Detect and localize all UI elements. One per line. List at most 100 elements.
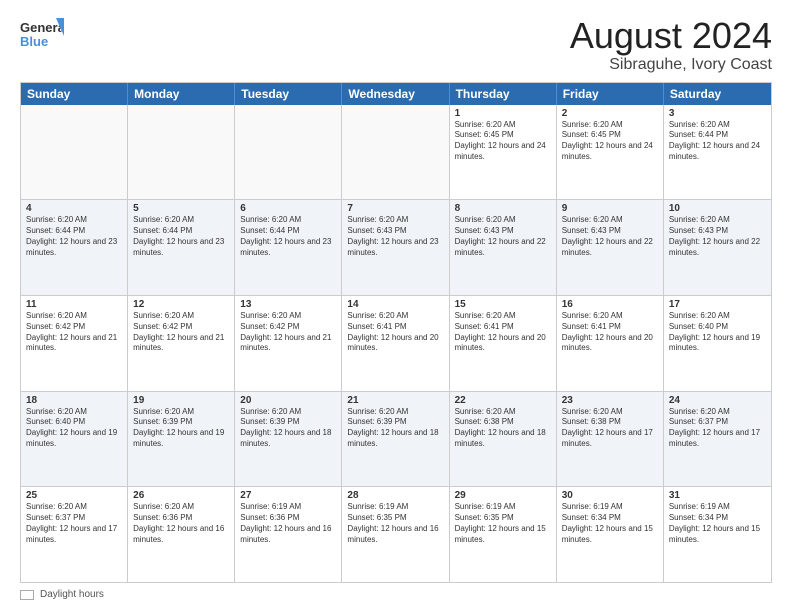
day-number: 23 xyxy=(562,395,658,406)
day-info: Sunrise: 6:20 AM Sunset: 6:41 PM Dayligh… xyxy=(347,311,443,354)
day-cell: 21Sunrise: 6:20 AM Sunset: 6:39 PM Dayli… xyxy=(342,392,449,487)
day-info: Sunrise: 6:20 AM Sunset: 6:41 PM Dayligh… xyxy=(455,311,551,354)
day-info: Sunrise: 6:20 AM Sunset: 6:44 PM Dayligh… xyxy=(669,120,766,163)
day-number: 18 xyxy=(26,395,122,406)
calendar: SundayMondayTuesdayWednesdayThursdayFrid… xyxy=(20,82,772,583)
footer-label: Daylight hours xyxy=(40,589,104,600)
day-info: Sunrise: 6:19 AM Sunset: 6:34 PM Dayligh… xyxy=(562,502,658,545)
day-cell: 8Sunrise: 6:20 AM Sunset: 6:43 PM Daylig… xyxy=(450,200,557,295)
calendar-body: 1Sunrise: 6:20 AM Sunset: 6:45 PM Daylig… xyxy=(21,105,771,582)
day-number: 30 xyxy=(562,490,658,501)
day-cell: 14Sunrise: 6:20 AM Sunset: 6:41 PM Dayli… xyxy=(342,296,449,391)
day-header-sunday: Sunday xyxy=(21,83,128,105)
day-number: 17 xyxy=(669,299,766,310)
week-row-5: 25Sunrise: 6:20 AM Sunset: 6:37 PM Dayli… xyxy=(21,486,771,582)
week-row-2: 4Sunrise: 6:20 AM Sunset: 6:44 PM Daylig… xyxy=(21,199,771,295)
logo: General Blue xyxy=(20,16,64,54)
day-number: 31 xyxy=(669,490,766,501)
page: General Blue August 2024 Sibraguhe, Ivor… xyxy=(0,0,792,612)
day-info: Sunrise: 6:20 AM Sunset: 6:43 PM Dayligh… xyxy=(562,215,658,258)
day-cell xyxy=(21,105,128,200)
week-row-4: 18Sunrise: 6:20 AM Sunset: 6:40 PM Dayli… xyxy=(21,391,771,487)
day-info: Sunrise: 6:20 AM Sunset: 6:43 PM Dayligh… xyxy=(669,215,766,258)
svg-text:General: General xyxy=(20,20,64,35)
footer: Daylight hours xyxy=(20,589,772,600)
day-number: 11 xyxy=(26,299,122,310)
day-number: 19 xyxy=(133,395,229,406)
week-row-3: 11Sunrise: 6:20 AM Sunset: 6:42 PM Dayli… xyxy=(21,295,771,391)
footer-box xyxy=(20,590,34,600)
week-row-1: 1Sunrise: 6:20 AM Sunset: 6:45 PM Daylig… xyxy=(21,105,771,200)
day-cell: 11Sunrise: 6:20 AM Sunset: 6:42 PM Dayli… xyxy=(21,296,128,391)
day-info: Sunrise: 6:20 AM Sunset: 6:42 PM Dayligh… xyxy=(133,311,229,354)
day-header-wednesday: Wednesday xyxy=(342,83,449,105)
day-info: Sunrise: 6:19 AM Sunset: 6:35 PM Dayligh… xyxy=(455,502,551,545)
day-info: Sunrise: 6:20 AM Sunset: 6:44 PM Dayligh… xyxy=(26,215,122,258)
day-cell: 4Sunrise: 6:20 AM Sunset: 6:44 PM Daylig… xyxy=(21,200,128,295)
day-cell: 18Sunrise: 6:20 AM Sunset: 6:40 PM Dayli… xyxy=(21,392,128,487)
main-title: August 2024 xyxy=(570,16,772,56)
day-number: 20 xyxy=(240,395,336,406)
day-cell: 5Sunrise: 6:20 AM Sunset: 6:44 PM Daylig… xyxy=(128,200,235,295)
day-info: Sunrise: 6:20 AM Sunset: 6:44 PM Dayligh… xyxy=(240,215,336,258)
day-header-thursday: Thursday xyxy=(450,83,557,105)
day-cell xyxy=(342,105,449,200)
day-header-tuesday: Tuesday xyxy=(235,83,342,105)
day-info: Sunrise: 6:20 AM Sunset: 6:37 PM Dayligh… xyxy=(26,502,122,545)
day-number: 15 xyxy=(455,299,551,310)
day-cell: 20Sunrise: 6:20 AM Sunset: 6:39 PM Dayli… xyxy=(235,392,342,487)
day-info: Sunrise: 6:20 AM Sunset: 6:40 PM Dayligh… xyxy=(26,407,122,450)
svg-text:Blue: Blue xyxy=(20,34,48,49)
day-cell: 25Sunrise: 6:20 AM Sunset: 6:37 PM Dayli… xyxy=(21,487,128,582)
day-number: 2 xyxy=(562,108,658,119)
day-number: 7 xyxy=(347,203,443,214)
day-info: Sunrise: 6:20 AM Sunset: 6:42 PM Dayligh… xyxy=(26,311,122,354)
day-number: 14 xyxy=(347,299,443,310)
day-cell: 9Sunrise: 6:20 AM Sunset: 6:43 PM Daylig… xyxy=(557,200,664,295)
day-number: 21 xyxy=(347,395,443,406)
day-number: 13 xyxy=(240,299,336,310)
day-cell: 28Sunrise: 6:19 AM Sunset: 6:35 PM Dayli… xyxy=(342,487,449,582)
day-info: Sunrise: 6:19 AM Sunset: 6:36 PM Dayligh… xyxy=(240,502,336,545)
day-cell: 16Sunrise: 6:20 AM Sunset: 6:41 PM Dayli… xyxy=(557,296,664,391)
day-cell: 17Sunrise: 6:20 AM Sunset: 6:40 PM Dayli… xyxy=(664,296,771,391)
day-cell: 19Sunrise: 6:20 AM Sunset: 6:39 PM Dayli… xyxy=(128,392,235,487)
day-info: Sunrise: 6:20 AM Sunset: 6:42 PM Dayligh… xyxy=(240,311,336,354)
day-info: Sunrise: 6:20 AM Sunset: 6:39 PM Dayligh… xyxy=(347,407,443,450)
sub-title: Sibraguhe, Ivory Coast xyxy=(570,56,772,74)
day-info: Sunrise: 6:20 AM Sunset: 6:38 PM Dayligh… xyxy=(562,407,658,450)
day-number: 10 xyxy=(669,203,766,214)
day-cell: 22Sunrise: 6:20 AM Sunset: 6:38 PM Dayli… xyxy=(450,392,557,487)
day-number: 3 xyxy=(669,108,766,119)
day-cell: 29Sunrise: 6:19 AM Sunset: 6:35 PM Dayli… xyxy=(450,487,557,582)
day-headers: SundayMondayTuesdayWednesdayThursdayFrid… xyxy=(21,83,771,105)
day-header-saturday: Saturday xyxy=(664,83,771,105)
day-header-monday: Monday xyxy=(128,83,235,105)
day-header-friday: Friday xyxy=(557,83,664,105)
day-number: 12 xyxy=(133,299,229,310)
day-number: 27 xyxy=(240,490,336,501)
day-info: Sunrise: 6:20 AM Sunset: 6:41 PM Dayligh… xyxy=(562,311,658,354)
day-info: Sunrise: 6:20 AM Sunset: 6:43 PM Dayligh… xyxy=(455,215,551,258)
day-number: 9 xyxy=(562,203,658,214)
day-number: 16 xyxy=(562,299,658,310)
day-info: Sunrise: 6:20 AM Sunset: 6:36 PM Dayligh… xyxy=(133,502,229,545)
day-cell: 27Sunrise: 6:19 AM Sunset: 6:36 PM Dayli… xyxy=(235,487,342,582)
day-number: 29 xyxy=(455,490,551,501)
day-cell: 30Sunrise: 6:19 AM Sunset: 6:34 PM Dayli… xyxy=(557,487,664,582)
day-info: Sunrise: 6:20 AM Sunset: 6:45 PM Dayligh… xyxy=(455,120,551,163)
day-info: Sunrise: 6:20 AM Sunset: 6:39 PM Dayligh… xyxy=(240,407,336,450)
day-info: Sunrise: 6:20 AM Sunset: 6:37 PM Dayligh… xyxy=(669,407,766,450)
day-info: Sunrise: 6:20 AM Sunset: 6:43 PM Dayligh… xyxy=(347,215,443,258)
day-info: Sunrise: 6:20 AM Sunset: 6:39 PM Dayligh… xyxy=(133,407,229,450)
day-cell: 2Sunrise: 6:20 AM Sunset: 6:45 PM Daylig… xyxy=(557,105,664,200)
header: General Blue August 2024 Sibraguhe, Ivor… xyxy=(20,16,772,74)
day-info: Sunrise: 6:20 AM Sunset: 6:38 PM Dayligh… xyxy=(455,407,551,450)
day-cell: 7Sunrise: 6:20 AM Sunset: 6:43 PM Daylig… xyxy=(342,200,449,295)
day-info: Sunrise: 6:19 AM Sunset: 6:35 PM Dayligh… xyxy=(347,502,443,545)
day-number: 6 xyxy=(240,203,336,214)
day-cell: 26Sunrise: 6:20 AM Sunset: 6:36 PM Dayli… xyxy=(128,487,235,582)
day-number: 22 xyxy=(455,395,551,406)
day-cell: 12Sunrise: 6:20 AM Sunset: 6:42 PM Dayli… xyxy=(128,296,235,391)
day-info: Sunrise: 6:20 AM Sunset: 6:44 PM Dayligh… xyxy=(133,215,229,258)
